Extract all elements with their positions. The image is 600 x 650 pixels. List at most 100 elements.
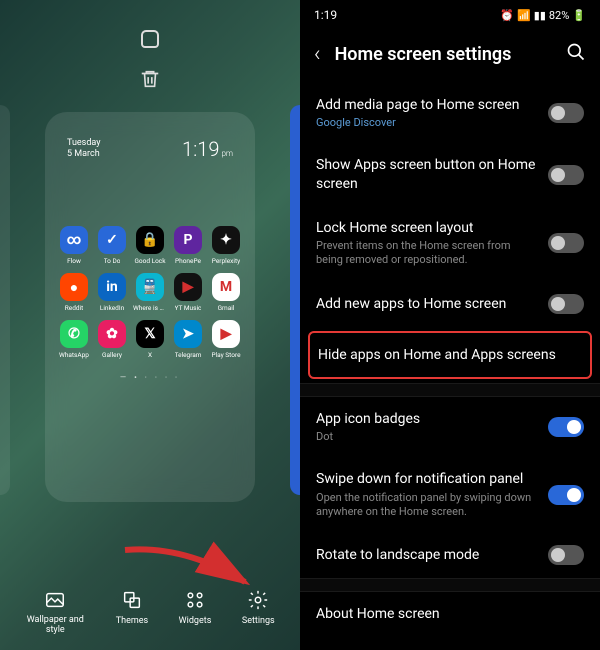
app-label: Gallery: [102, 351, 122, 359]
home-page-preview[interactable]: Tuesday 5 March 1:19pm ∞ Flow ✓ To Do 🔒Good …: [45, 112, 255, 502]
setting-title: Hide apps on Home and Apps screens: [318, 346, 572, 364]
app-where-is-my-[interactable]: 🚆 Where is my..: [133, 273, 167, 312]
setting-add-new-apps-to-home-screen[interactable]: Add new apps to Home screen: [300, 281, 600, 327]
setting-title: Add media page to Home screen: [316, 96, 538, 114]
app-label: Flow: [67, 257, 81, 265]
app-label: YT Music: [175, 304, 202, 312]
app-label: WhatsApp: [59, 351, 89, 359]
setting-swipe-down-for-notification-pa[interactable]: Swipe down for notification panel Open th…: [300, 457, 600, 532]
app-icon: ✓: [98, 226, 126, 254]
status-time: 1:19: [314, 8, 337, 22]
app-icon: ▶: [212, 320, 240, 348]
app-icon: ✦: [212, 226, 240, 254]
app-to-do[interactable]: ✓ To Do: [95, 226, 129, 265]
app-label: Perplexity: [212, 257, 240, 265]
setting-subtitle: Prevent items on the Home screen from be…: [316, 239, 538, 268]
app-telegram[interactable]: ➤ Telegram: [171, 320, 205, 359]
app-label: To Do: [104, 257, 121, 265]
settings-header: ‹ Home screen settings: [300, 30, 600, 79]
app-icon: in: [98, 273, 126, 301]
home-indicator-icon: [141, 30, 159, 48]
toggle[interactable]: [548, 233, 584, 253]
app-label: LinkedIn: [100, 304, 124, 312]
app-icon: M: [212, 273, 240, 301]
home-editor-pane: Tuesday 5 March 1:19pm ∞ Flow ✓ To Do 🔒Good …: [0, 0, 300, 650]
setting-title: About Home screen: [316, 605, 574, 623]
signal-icon: ▮▮: [534, 9, 546, 22]
status-bar: 1:19 ⏰ 📶 ▮▮ 82% 🔋: [300, 0, 600, 30]
app-whatsapp[interactable]: ✆ WhatsApp: [57, 320, 91, 359]
back-button[interactable]: ‹: [314, 42, 321, 67]
toggle[interactable]: [548, 485, 584, 505]
app-perplexity[interactable]: ✦ Perplexity: [209, 226, 243, 265]
setting-about-home-screen[interactable]: About Home screen: [300, 592, 600, 636]
toggle[interactable]: [548, 103, 584, 123]
app-label: Play Store: [211, 351, 240, 359]
app-icon: 🚆: [136, 273, 164, 301]
setting-title: Rotate to landscape mode: [316, 546, 538, 564]
setting-rotate-to-landscape-mode[interactable]: Rotate to landscape mode: [300, 532, 600, 578]
setting-show-apps-screen-button-on-hom[interactable]: Show Apps screen button on Home screen: [300, 143, 600, 205]
app-play-store[interactable]: ▶ Play Store: [209, 320, 243, 359]
clock-widget: 1:19pm: [182, 137, 233, 161]
editor-bottom-bar: Wallpaper and style Themes Widgets Setti…: [0, 589, 300, 636]
app-icon: ●: [60, 273, 88, 301]
app-gmail[interactable]: M Gmail: [209, 273, 243, 312]
search-button[interactable]: [566, 42, 586, 67]
app-grid: ∞ Flow ✓ To Do 🔒Good LockP PhonePe ✦ Perplexity…: [57, 226, 243, 359]
wallpaper-button[interactable]: Wallpaper and style: [25, 589, 85, 636]
app-reddit[interactable]: ● Reddit: [57, 273, 91, 312]
app-icon: P: [174, 226, 202, 254]
app-phonepe[interactable]: P PhonePe: [171, 226, 205, 265]
app-icon: ▶: [174, 273, 202, 301]
page-dots: — • · · · ·: [57, 373, 243, 382]
app-label: Reddit: [65, 304, 84, 312]
next-page-peek[interactable]: [290, 105, 300, 495]
setting-subtitle: Dot: [316, 430, 538, 444]
app-label: PhonePe: [175, 257, 201, 265]
app-icon: ∞: [60, 226, 88, 254]
app-label: Gmail: [218, 304, 235, 312]
setting-title: App icon badges: [316, 410, 538, 428]
app-good-lock[interactable]: 🔒Good Lock: [133, 226, 167, 265]
setting-app-icon-badges[interactable]: App icon badges Dot: [300, 397, 600, 457]
app-icon: 🔒: [136, 226, 164, 254]
app-flow[interactable]: ∞ Flow: [57, 226, 91, 265]
setting-add-media-page-to-home-screen[interactable]: Add media page to Home screen Google Disc…: [300, 83, 600, 143]
app-label: Telegram: [175, 351, 202, 359]
setting-title: Add new apps to Home screen: [316, 295, 538, 313]
alarm-icon: ⏰: [500, 9, 514, 22]
prev-page-peek[interactable]: [0, 105, 10, 495]
app-label: X: [148, 351, 152, 359]
setting-hide-apps-on-home-and-apps-scr[interactable]: Hide apps on Home and Apps screens: [308, 331, 592, 379]
toggle[interactable]: [548, 545, 584, 565]
setting-subtitle: Open the notification panel by swiping d…: [316, 491, 538, 520]
app-icon: 𝕏: [136, 320, 164, 348]
battery-text: 82%: [549, 9, 569, 22]
settings-list: Add media page to Home screen Google Disc…: [300, 79, 600, 640]
toggle[interactable]: [548, 165, 584, 185]
app-x[interactable]: 𝕏X: [133, 320, 167, 359]
app-icon: ✆: [60, 320, 88, 348]
setting-title: Swipe down for notification panel: [316, 470, 538, 488]
widgets-button[interactable]: Widgets: [179, 589, 212, 636]
setting-title: Show Apps screen button on Home screen: [316, 156, 538, 192]
app-gallery[interactable]: ✿ Gallery: [95, 320, 129, 359]
app-label: Where is my..: [133, 304, 167, 312]
toggle[interactable]: [548, 417, 584, 437]
setting-title: Lock Home screen layout: [316, 219, 538, 237]
setting-lock-home-screen-layout[interactable]: Lock Home screen layout Prevent items on …: [300, 206, 600, 281]
app-icon: ✿: [98, 320, 126, 348]
setting-subtitle: Google Discover: [316, 116, 538, 130]
date-widget: Tuesday 5 March: [67, 138, 101, 161]
app-yt-music[interactable]: ▶ YT Music: [171, 273, 205, 312]
delete-page-button[interactable]: [0, 68, 300, 94]
themes-button[interactable]: Themes: [116, 589, 148, 636]
settings-pane: 1:19 ⏰ 📶 ▮▮ 82% 🔋 ‹ Home screen settings…: [300, 0, 600, 650]
app-icon: ➤: [174, 320, 202, 348]
toggle[interactable]: [548, 294, 584, 314]
settings-button[interactable]: Settings: [242, 589, 275, 636]
app-linkedin[interactable]: in LinkedIn: [95, 273, 129, 312]
wifi-icon: 📶: [517, 9, 531, 22]
battery-icon: 🔋: [572, 9, 586, 22]
